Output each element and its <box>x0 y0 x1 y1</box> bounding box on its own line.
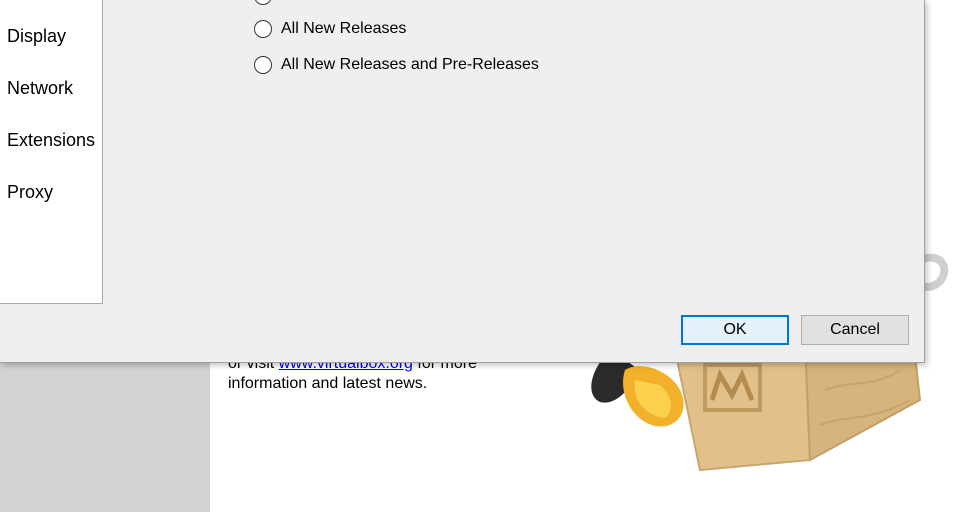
welcome-text-line2: information and latest news. <box>228 375 428 392</box>
sidebar-item-network[interactable]: Network <box>7 78 73 99</box>
update-option-label: All New Releases <box>281 20 407 37</box>
cancel-button[interactable]: Cancel <box>801 315 909 345</box>
radio-button[interactable] <box>254 0 272 5</box>
sidebar-item-display[interactable]: Display <box>7 26 66 47</box>
update-option-all-releases[interactable]: All New Releases <box>254 20 406 38</box>
sidebar-item-extensions[interactable]: Extensions <box>7 130 95 151</box>
update-option-cutoff[interactable] <box>254 0 281 5</box>
settings-sidebar: Display Network Extensions Proxy <box>0 0 103 304</box>
radio-button[interactable] <box>254 56 272 74</box>
sidebar-item-proxy[interactable]: Proxy <box>7 182 53 203</box>
update-option-label: All New Releases and Pre-Releases <box>281 56 539 73</box>
radio-button[interactable] <box>254 20 272 38</box>
update-option-pre-releases[interactable]: All New Releases and Pre-Releases <box>254 56 539 74</box>
preferences-dialog: Display Network Extensions Proxy All New… <box>0 0 925 363</box>
ok-button[interactable]: OK <box>681 315 789 345</box>
